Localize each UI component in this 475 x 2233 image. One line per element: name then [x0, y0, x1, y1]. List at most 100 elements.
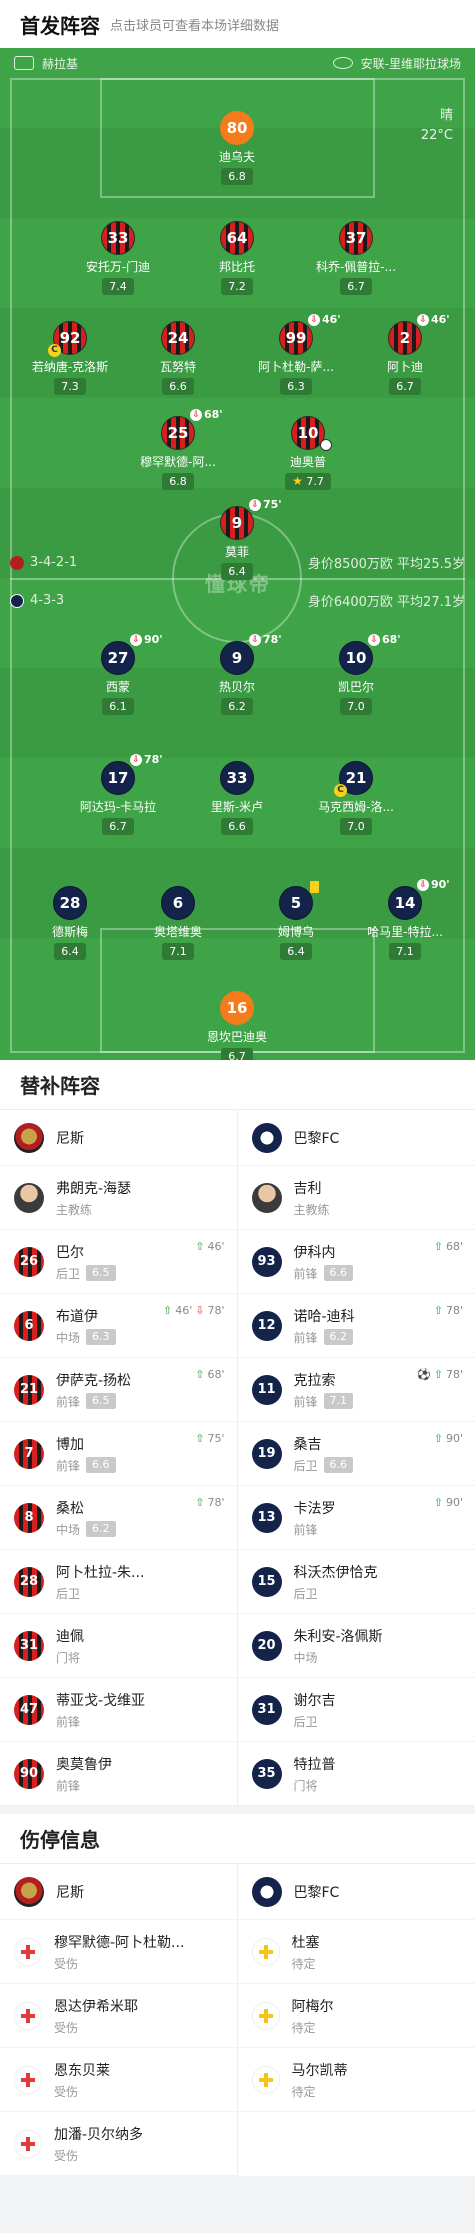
- referee-icon: [14, 56, 34, 70]
- injury-row[interactable]: 穆罕默德-阿卜杜勒... 受伤: [0, 1920, 237, 1984]
- jersey-number: 99 ⇩ 46': [279, 313, 341, 355]
- player-marker[interactable]: 64 邦比托 7.2: [177, 221, 297, 295]
- sub-time: 68': [204, 408, 223, 421]
- sub-player-row[interactable]: 47 蒂亚戈-戈维亚 前锋: [0, 1678, 237, 1742]
- sub-player-row[interactable]: 15 科沃杰伊恰克 后卫: [237, 1550, 475, 1614]
- sub-player-row[interactable]: 21 伊萨克-扬松 前锋 6.5 ⇧ 68': [0, 1358, 237, 1422]
- player-marker[interactable]: 9 ⇩ 78' 热贝尔 6.2: [177, 633, 297, 715]
- player-name: 奥塔维奥: [153, 925, 202, 939]
- player-marker[interactable]: 9 ⇩ 75' 莫菲 6.4: [177, 498, 297, 580]
- player-rating: 6.2: [221, 698, 253, 715]
- sub-in-icon: ⇧: [433, 1240, 443, 1253]
- player-meta: 前锋: [56, 1777, 112, 1794]
- player-name: 奥莫鲁伊: [56, 1756, 112, 1773]
- sub-player-row[interactable]: 31 迪佩 门将: [0, 1614, 237, 1678]
- jersey-number: 10 ⇩ 68': [339, 633, 401, 675]
- nice-crest-icon: [14, 1876, 44, 1907]
- player-marker[interactable]: 21 C 马克西姆-洛... 7.0: [296, 761, 416, 835]
- home-team-row[interactable]: 尼斯: [0, 1110, 237, 1166]
- player-marker[interactable]: 16 恩坎巴迪奥 6.7: [177, 991, 297, 1060]
- sub-time: 78': [144, 753, 163, 766]
- player-name: 阿梅尔: [291, 1998, 334, 2015]
- player-marker[interactable]: 92 C 若纳唐-克洛斯 7.3: [10, 321, 130, 395]
- rating-value: 7.0: [347, 700, 365, 713]
- injury-row[interactable]: 恩东贝莱 受伤: [0, 2048, 237, 2112]
- page-subtitle: 点击球员可查看本场详细数据: [110, 18, 280, 34]
- sub-player-row[interactable]: 19 桑吉 后卫 6.6 ⇧ 90': [237, 1422, 475, 1486]
- sub-out-icon: ⇩: [308, 313, 320, 326]
- jersey-number: 16: [220, 991, 254, 1025]
- jersey-number: 64: [220, 221, 254, 255]
- injury-info: 穆罕默德-阿卜杜勒... 受伤: [54, 1932, 184, 1972]
- away-coach-row[interactable]: 吉利 主教练: [237, 1166, 475, 1230]
- coach-role: 主教练: [56, 1202, 93, 1217]
- sub-player-row[interactable]: 13 卡法罗 前锋 ⇧ 90': [237, 1486, 475, 1550]
- player-marker[interactable]: 33 安托万-门迪 7.4: [58, 221, 178, 295]
- sub-player-row[interactable]: 11 克拉索 前锋 7.1 ⚽ ⇧ 78': [237, 1358, 475, 1422]
- player-meta: 前锋: [56, 1713, 145, 1730]
- injury-row[interactable]: 杜塞 待定: [237, 1920, 475, 1984]
- player-info: 蒂亚戈-戈维亚 前锋: [56, 1690, 145, 1730]
- player-rating: 6.4: [221, 563, 253, 580]
- injury-row[interactable]: 马尔凯蒂 待定: [237, 2048, 475, 2112]
- injury-info: 恩达伊希米耶 受伤: [54, 1996, 138, 2036]
- sub-player-row[interactable]: 35 特拉普 门将: [237, 1742, 475, 1806]
- sub-time: 78': [263, 633, 282, 646]
- player-rating: 6.5: [86, 1393, 116, 1409]
- rating-value: 6.6: [169, 380, 187, 393]
- home-team-row[interactable]: 尼斯: [0, 1864, 237, 1920]
- sub-player-row[interactable]: 12 诺哈-迪科 前锋 6.2 ⇧ 78': [237, 1294, 475, 1358]
- player-marker[interactable]: 10 ⇩ 68' 凯巴尔 7.0: [296, 633, 416, 715]
- sub-player-row[interactable]: 90 奥莫鲁伊 前锋: [0, 1742, 237, 1806]
- sub-player-row[interactable]: 93 伊科内 前锋 6.6 ⇧ 68': [237, 1230, 475, 1294]
- jersey-number: 11: [251, 1374, 282, 1405]
- player-name: 桑松: [56, 1500, 84, 1517]
- player-marker[interactable]: 24 瓦努特 6.6: [118, 321, 238, 395]
- player-rating: 6.5: [86, 1265, 116, 1281]
- player-marker[interactable]: 33 里斯-米卢 6.6: [177, 761, 297, 835]
- player-marker[interactable]: 37 科乔-佩普拉-... 6.7: [296, 221, 416, 295]
- sub-player-row[interactable]: 31 谢尔吉 后卫: [237, 1678, 475, 1742]
- player-marker[interactable]: 28 德斯梅 6.4: [10, 886, 130, 960]
- sub-player-row[interactable]: 7 博加 前锋 6.6 ⇧ 75': [0, 1422, 237, 1486]
- home-coach-row[interactable]: 弗朗克-海瑟 主教练: [0, 1166, 237, 1230]
- sub-player-row[interactable]: 26 巴尔 后卫 6.5 ⇧ 46': [0, 1230, 237, 1294]
- player-marker[interactable]: 25 ⇩ 68' 穆罕默德-阿... 6.8: [118, 408, 238, 490]
- player-marker[interactable]: 14 ⇩ 90' 哈马里-特拉... 7.1: [345, 878, 465, 960]
- sub-player-row[interactable]: 6 布道伊 中场 6.3 ⇧ 46' ⇩ 78': [0, 1294, 237, 1358]
- player-name: 卡法罗: [293, 1500, 336, 1517]
- away-team-row[interactable]: 巴黎FC: [237, 1864, 475, 1920]
- player-marker[interactable]: 27 ⇩ 90' 西蒙 6.1: [58, 633, 178, 715]
- player-marker[interactable]: 80 迪乌夫 6.8: [177, 111, 297, 185]
- jersey-number: 12: [251, 1310, 282, 1341]
- injury-cross-icon: [14, 2001, 42, 2030]
- sub-time: 90': [431, 878, 450, 891]
- away-injuries: 巴黎FC 杜塞 待定阿梅尔 待定 马尔凯蒂 待定: [237, 1864, 475, 2176]
- player-marker[interactable]: 17 ⇩ 78' 阿达玛-卡马拉 6.7: [58, 753, 178, 835]
- sub-player-row[interactable]: 20 朱利安-洛佩斯 中场: [237, 1614, 475, 1678]
- player-marker[interactable]: 6 奥塔维奥 7.1: [118, 886, 238, 960]
- player-marker[interactable]: 99 ⇩ 46' 阿卜杜勒-萨... 6.3: [236, 313, 356, 395]
- sub-events: ⇧ 90': [434, 1496, 463, 1509]
- injury-row[interactable]: 加潘-贝尔纳多 受伤: [0, 2112, 237, 2176]
- player-info: 诺哈-迪科 前锋 6.2: [294, 1306, 355, 1346]
- player-meta: 前锋 6.5: [56, 1393, 131, 1410]
- sub-out-icon: ⇩: [249, 633, 261, 646]
- player-marker[interactable]: 10 迪奥普 ★ 7.7: [248, 416, 368, 490]
- player-marker[interactable]: 2 ⇩ 46' 阿卜迪 6.7: [345, 313, 465, 395]
- injury-row[interactable]: 阿梅尔 待定: [237, 1984, 475, 2048]
- injury-row[interactable]: 恩达伊希米耶 受伤: [0, 1984, 237, 2048]
- sub-player-row[interactable]: 8 桑松 中场 6.2 ⇧ 78': [0, 1486, 237, 1550]
- sub-events: ⇧ 75': [195, 1432, 224, 1445]
- sub-in-time: 75': [207, 1432, 225, 1445]
- player-rating: 7.4: [102, 278, 134, 295]
- injury-section: 伤停信息 尼斯 穆罕默德-阿卜杜勒... 受伤 恩达伊希米耶 受伤 恩东贝莱 受伤 加潘-贝…: [0, 1814, 475, 2176]
- player-name: 西蒙: [105, 680, 130, 694]
- player-marker[interactable]: 5 姆博乌 6.4: [236, 881, 356, 960]
- player-rating: 6.3: [280, 378, 312, 395]
- injury-info: 杜塞 待定: [292, 1932, 320, 1972]
- player-rating: 6.4: [54, 943, 86, 960]
- away-team-row[interactable]: 巴黎FC: [237, 1110, 475, 1166]
- player-info: 奥莫鲁伊 前锋: [56, 1754, 112, 1794]
- sub-player-row[interactable]: 28 阿卜杜拉-朱... 后卫: [0, 1550, 237, 1614]
